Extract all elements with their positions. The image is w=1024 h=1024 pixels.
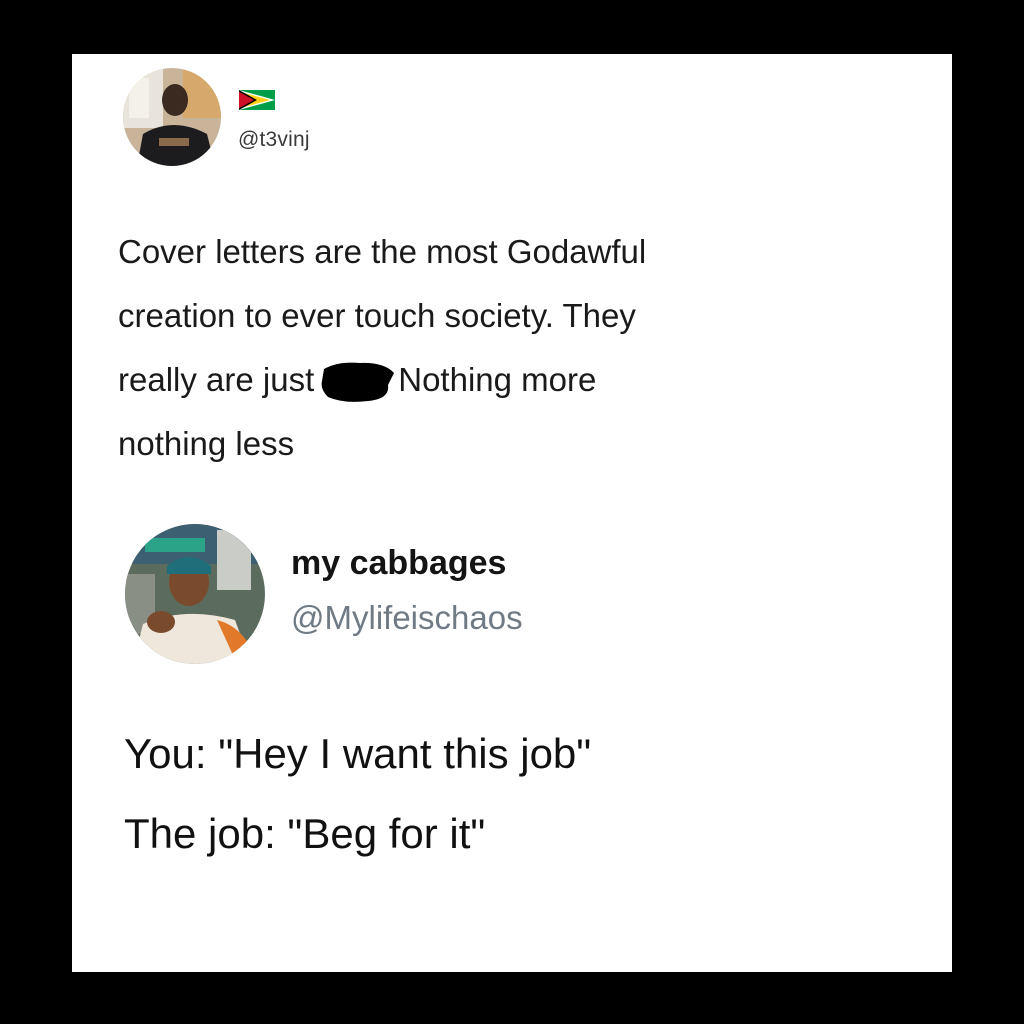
reply-line: The job: "Beg for it"	[124, 810, 486, 857]
reply-author-name[interactable]: my cabbages	[291, 544, 506, 583]
redacted-emoji	[321, 362, 395, 402]
tweet-line: creation to ever touch society. They	[118, 297, 636, 334]
black-frame: @t3vinj Cover letters are the most Godaw…	[0, 0, 1024, 1024]
tweet-line: Cover letters are the most Godawful	[118, 233, 647, 270]
reply-line: You: "Hey I want this job"	[124, 730, 592, 777]
reply-text: You: "Hey I want this job" The job: "Beg…	[124, 714, 924, 874]
reply-author-handle[interactable]: @Mylifeischaos	[291, 599, 523, 637]
tweet-author-handle[interactable]: @t3vinj	[238, 128, 310, 152]
guyana-flag-icon	[239, 90, 275, 110]
tweet-text: Cover letters are the most Godawful crea…	[118, 220, 878, 476]
tweet-line-part: Nothing more	[398, 361, 597, 398]
tweet-line: nothing less	[118, 425, 295, 462]
tweet-line: really are just Nothing more	[118, 348, 878, 412]
reply-avatar[interactable]	[125, 524, 265, 664]
avatar[interactable]	[123, 68, 221, 166]
tweet-line-part: really are just	[118, 361, 315, 398]
tweet-card: @t3vinj Cover letters are the most Godaw…	[72, 54, 952, 972]
